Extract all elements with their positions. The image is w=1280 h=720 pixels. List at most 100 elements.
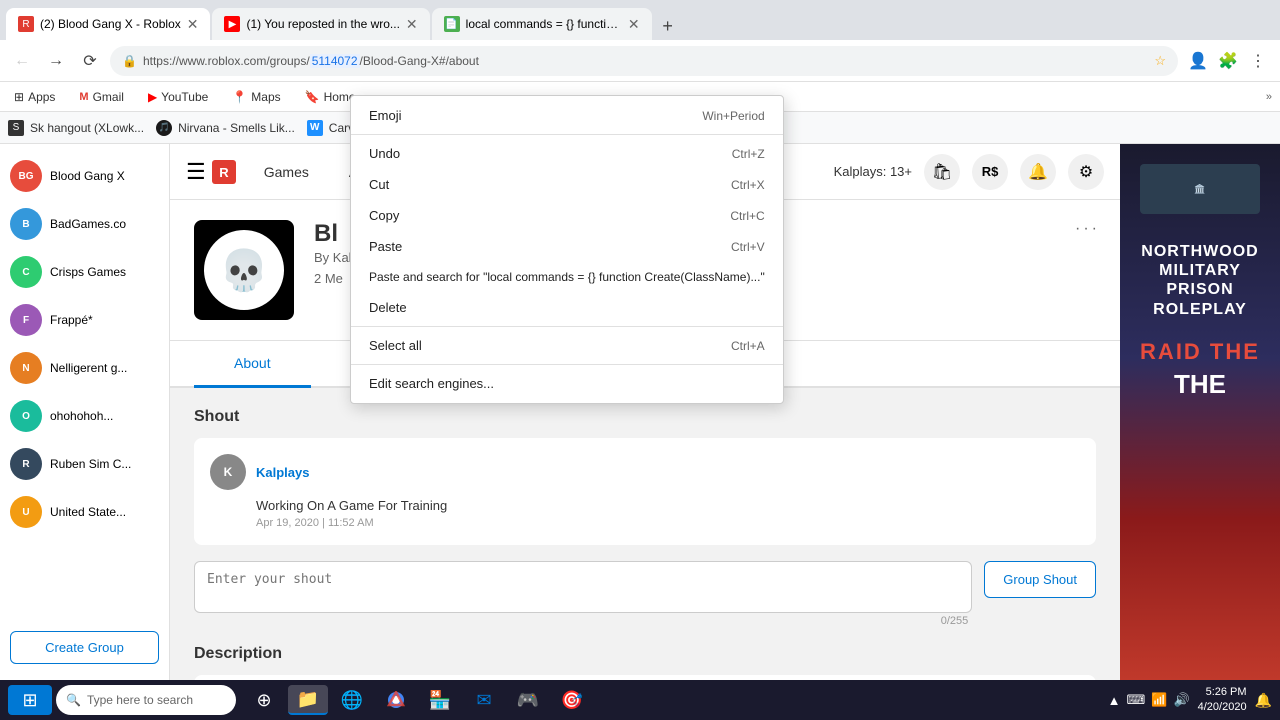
taskbar-search[interactable]: 🔍 Type here to search [56, 685, 236, 715]
bookmark-maps[interactable]: 📍 Maps [226, 88, 286, 106]
ad-sidebar: 🏛️ NORTHWOOD MILITARY PRISON ROLEPLAY RA… [1120, 144, 1280, 680]
ctx-select-all[interactable]: Select all Ctrl+A [351, 330, 783, 361]
back-button[interactable]: ← [8, 47, 36, 75]
ctx-paste-shortcut: Ctrl+V [731, 240, 765, 254]
sidebar-item-ruben[interactable]: R Ruben Sim C... [0, 440, 169, 488]
sidebar-item-badgames[interactable]: B BadGames.co [0, 200, 169, 248]
tab-2[interactable]: ▶ (1) You reposted in the wro... ✕ [212, 8, 429, 40]
sidebar-name-5: Nelligerent g... [50, 361, 127, 375]
tab-about[interactable]: About [194, 341, 311, 388]
taskbar-search-placeholder: Type here to search [87, 693, 193, 707]
notification-bell[interactable]: 🔔 [1255, 692, 1272, 709]
ctx-undo[interactable]: Undo Ctrl+Z [351, 138, 783, 169]
profile-icon[interactable]: 👤 [1184, 47, 1212, 75]
tab-3-close[interactable]: ✕ [628, 16, 640, 33]
ctx-cut[interactable]: Cut Ctrl+X [351, 169, 783, 200]
notifications-icon-btn[interactable]: 🔔 [1020, 154, 1056, 190]
sidebar-avatar-2: B [10, 208, 42, 240]
clock-date: 4/20/2020 [1198, 700, 1247, 715]
taskbar-up-arrow[interactable]: ▲ [1108, 693, 1121, 708]
tab-1[interactable]: R (2) Blood Gang X - Roblox ✕ [6, 8, 210, 40]
new-tab-button[interactable]: + [654, 12, 682, 40]
ctx-edit-search[interactable]: Edit search engines... [351, 368, 783, 399]
taskbar: ⊞ 🔍 Type here to search ⊕ 📁 🌐 🏪 ✉ 🎮 🎯 ▲ … [0, 680, 1280, 720]
youtube-icon: ▶ [148, 90, 157, 104]
sidebar-item-united[interactable]: U United State... [0, 488, 169, 536]
forward-button[interactable]: → [42, 47, 70, 75]
shout-author-name[interactable]: Kalplays [256, 465, 309, 480]
taskbar-edge[interactable]: 🌐 [332, 685, 372, 715]
shout-input[interactable] [194, 561, 972, 613]
sidebar-item-frappe[interactable]: F Frappé* [0, 296, 169, 344]
robux-icon-btn[interactable]: R$ [972, 154, 1008, 190]
more-options-icon[interactable]: ⋮ [1244, 47, 1272, 75]
taskbar-chrome[interactable] [376, 685, 416, 715]
ad-logo-area: 🏛️ [1140, 164, 1260, 214]
ctx-undo-label: Undo [369, 146, 400, 161]
notif-2-text: Nirvana - Smells Lik... [178, 121, 295, 135]
bookmark-icon[interactable]: ☆ [1154, 53, 1166, 69]
bookmark-youtube[interactable]: ▶ YouTube [142, 88, 214, 106]
gmail-icon: M [79, 91, 88, 103]
tab-2-close[interactable]: ✕ [406, 16, 418, 33]
ctx-paste-search[interactable]: Paste and search for "local commands = {… [351, 262, 783, 292]
catalog-icon-btn[interactable]: 🛍 [924, 154, 960, 190]
tab-3-title: local commands = {} function Cr... [466, 17, 622, 31]
address-bar[interactable]: 🔒 https://www.roblox.com/groups/5114072/… [110, 46, 1178, 76]
taskbar-steam[interactable]: 🎮 [508, 685, 548, 715]
taskbar-extra[interactable]: 🎯 [552, 685, 592, 715]
create-group-button[interactable]: Create Group [10, 631, 159, 664]
reload-button[interactable]: ⟳ [76, 47, 104, 75]
taskbar-mail[interactable]: ✉ [464, 685, 504, 715]
notif-1-text: Sk hangout (XLowk... [30, 121, 144, 135]
sidebar: BG Blood Gang X B BadGames.co C Crisps G… [0, 144, 170, 680]
start-button[interactable]: ⊞ [8, 685, 52, 715]
bookmark-apps[interactable]: ⊞ Apps [8, 88, 61, 106]
bookmark-gmail[interactable]: M Gmail [73, 88, 130, 106]
sidebar-item-crisps[interactable]: C Crisps Games [0, 248, 169, 296]
sidebar-name-7: Ruben Sim C... [50, 457, 131, 471]
tab-3[interactable]: 📄 local commands = {} function Cr... ✕ [432, 8, 652, 40]
taskbar-time[interactable]: 5:26 PM 4/20/2020 [1198, 685, 1247, 716]
settings-icon-btn[interactable]: ⚙ [1068, 154, 1104, 190]
taskbar-store[interactable]: 🏪 [420, 685, 460, 715]
sidebar-avatar-1: BG [10, 160, 42, 192]
ctx-undo-shortcut: Ctrl+Z [732, 147, 765, 161]
ctx-cut-label: Cut [369, 177, 389, 192]
skull-icon: 💀 [219, 247, 269, 294]
ctx-emoji[interactable]: Emoji Win+Period [351, 100, 783, 131]
bookmarks-overflow[interactable]: » [1266, 91, 1272, 103]
taskbar-keyboard-icon: ⌨ [1126, 692, 1145, 708]
ctx-emoji-label: Emoji [369, 108, 402, 123]
ctx-copy-label: Copy [369, 208, 399, 223]
sidebar-item-blood-gang[interactable]: BG Blood Gang X [0, 152, 169, 200]
sidebar-item-ohoho[interactable]: O ohohohoh... [0, 392, 169, 440]
ctx-copy-shortcut: Ctrl+C [730, 209, 764, 223]
group-options-dots[interactable]: ··· [1075, 220, 1100, 238]
ctx-copy[interactable]: Copy Ctrl+C [351, 200, 783, 231]
taskbar-right: ▲ ⌨ 📶 🔊 5:26 PM 4/20/2020 🔔 [1108, 685, 1272, 716]
description-title: Description [194, 645, 1096, 663]
apps-icon: ⊞ [14, 90, 24, 104]
tab-1-close[interactable]: ✕ [187, 16, 199, 33]
tab-1-favicon: R [18, 16, 34, 32]
ctx-emoji-shortcut: Win+Period [702, 109, 764, 123]
tab-2-title: (1) You reposted in the wro... [246, 17, 399, 31]
search-icon: 🔍 [66, 693, 81, 707]
ad-cta: RAID THE [1140, 339, 1260, 365]
sidebar-item-nell[interactable]: N Nelligerent g... [0, 344, 169, 392]
taskbar-cortana[interactable]: ⊕ [244, 685, 284, 715]
hamburger-icon[interactable]: ☰ [186, 159, 206, 185]
games-nav[interactable]: Games [252, 156, 321, 188]
ctx-paste[interactable]: Paste Ctrl+V [351, 231, 783, 262]
ctx-sep-2 [351, 326, 783, 327]
group-shout-button[interactable]: Group Shout [984, 561, 1096, 598]
extensions-icon[interactable]: 🧩 [1214, 47, 1242, 75]
taskbar-explorer[interactable]: 📁 [288, 685, 328, 715]
maps-label: Maps [251, 90, 280, 104]
ctx-delete[interactable]: Delete [351, 292, 783, 323]
shout-message: Working On A Game For Training [256, 498, 1080, 513]
sidebar-name-3: Crisps Games [50, 265, 126, 279]
ctx-sep-3 [351, 364, 783, 365]
sidebar-name-8: United State... [50, 505, 126, 519]
